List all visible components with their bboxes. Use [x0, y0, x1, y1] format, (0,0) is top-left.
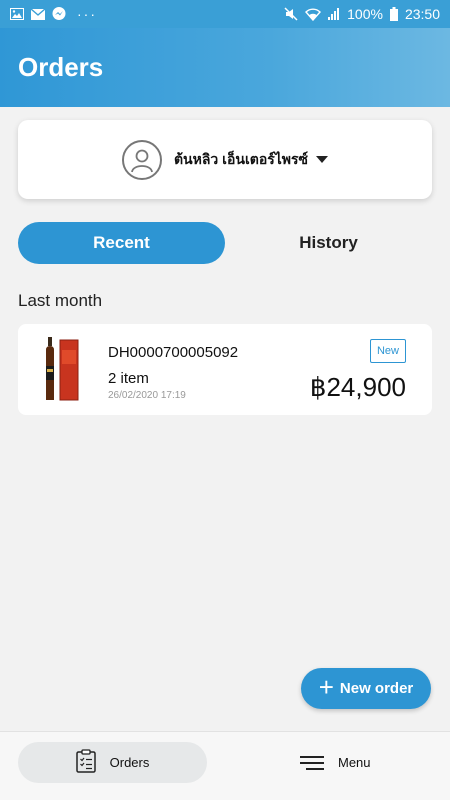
messenger-icon	[52, 7, 66, 21]
hamburger-icon	[300, 755, 324, 770]
mail-icon	[31, 8, 45, 20]
status-badge: New	[369, 339, 406, 363]
user-avatar-icon	[121, 139, 162, 180]
battery-percent: 100%	[347, 6, 383, 22]
gallery-icon	[10, 8, 24, 20]
plus-icon: +	[318, 672, 334, 702]
nav-menu-label: Menu	[338, 755, 371, 770]
battery-icon	[389, 7, 398, 21]
nav-menu[interactable]: Menu	[300, 742, 371, 783]
signal-icon	[328, 8, 340, 20]
nav-orders-label: Orders	[109, 755, 150, 770]
new-order-label: New order	[339, 680, 414, 697]
bottom-nav: Orders Menu	[0, 731, 450, 800]
clipboard-icon	[75, 749, 96, 776]
status-bar: ··· 100% 23:50	[0, 0, 450, 28]
product-thumbnail-icon	[42, 336, 82, 402]
order-card[interactable]: DH0000700005092 2 item 26/02/2020 17:19 …	[18, 324, 432, 415]
order-id: DH0000700005092	[108, 344, 239, 361]
order-item-count: 2 item	[108, 370, 149, 387]
store-selector[interactable]: ต้นหลิว เอ็นเตอร์ไพรซ์	[18, 120, 432, 199]
wifi-icon	[305, 7, 322, 21]
app-header: Orders	[0, 28, 450, 107]
more-notifications-icon: ···	[77, 6, 97, 22]
order-total: ฿24,900	[309, 372, 406, 402]
page-title: Orders	[18, 52, 104, 82]
order-date: 26/02/2020 17:19	[108, 390, 186, 401]
store-name: ต้นหลิว เอ็นเตอร์ไพรซ์	[173, 150, 309, 167]
clock: 23:50	[404, 6, 440, 22]
tab-history[interactable]: History	[225, 222, 432, 264]
nav-orders[interactable]: Orders	[18, 742, 207, 783]
order-tabs: Recent History	[18, 222, 432, 264]
new-order-button[interactable]: + New order	[301, 668, 431, 709]
section-title: Last month	[18, 291, 103, 310]
tab-recent[interactable]: Recent	[18, 222, 225, 264]
caret-down-icon	[316, 156, 329, 163]
mute-icon	[284, 7, 298, 21]
